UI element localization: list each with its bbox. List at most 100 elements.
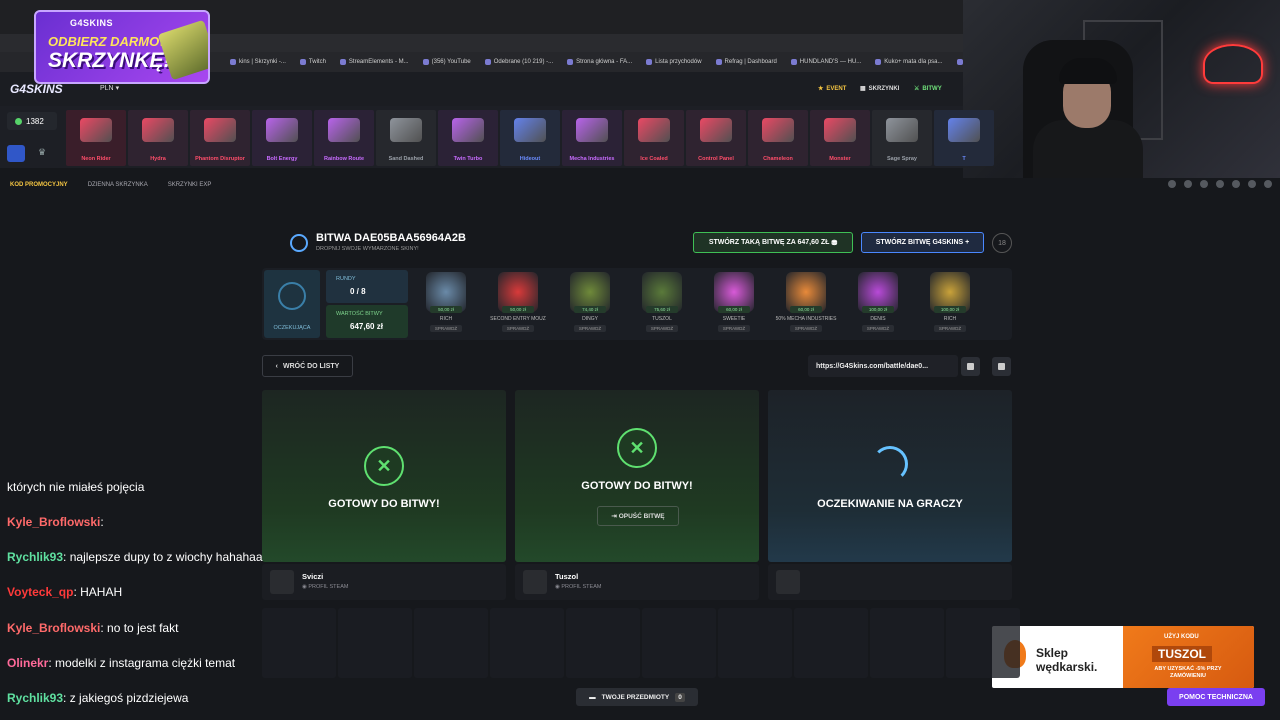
- case-price: 60,00 zł: [718, 306, 750, 313]
- case-name: RICH: [943, 316, 957, 322]
- battle-case[interactable]: 100,00 zł RICH SPRAWDŹ: [916, 270, 984, 336]
- player-2-steam-profile[interactable]: ◉ PROFIL STEAM: [555, 584, 601, 590]
- skin-name: Rainbow Route: [323, 156, 365, 162]
- create-same-battle-button[interactable]: STWÓRZ TAKĄ BITWĘ ZA 647,60 ZŁ ⛃: [693, 232, 853, 253]
- battle-case[interactable]: 75,60 zł TUSZOL SPRAWDŹ: [628, 270, 696, 336]
- rounds-value: 0 / 8: [350, 287, 366, 296]
- bookmark-item[interactable]: Kuko+ mata dla psa...: [875, 59, 942, 65]
- battle-case[interactable]: 60,00 zł 50% MECHA INDUSTRIES SPRAWDŹ: [772, 270, 840, 336]
- bookmark-item[interactable]: StreamElements - M...: [340, 59, 409, 65]
- drop-item[interactable]: Ice Coaled: [624, 110, 684, 166]
- sound-toggle-icon[interactable]: [992, 357, 1011, 376]
- site-logo[interactable]: G4SKINS: [10, 82, 63, 96]
- player-slot-2: ✕ GOTOWY DO BITWY! ⇥ OPUŚĆ BITWĘ: [515, 390, 759, 562]
- player-2-name[interactable]: Tuszol: [555, 572, 578, 581]
- back-to-list-button[interactable]: ‹ WRÓĆ DO LISTY: [262, 355, 353, 377]
- case-check-button[interactable]: SPRAWDŹ: [574, 325, 606, 332]
- battle-case[interactable]: 100,00 zł DENIS SPRAWDŹ: [844, 270, 912, 336]
- sponsor-ad[interactable]: Sklep wędkarski. UŻYJ KODU TUSZOL ABY UZ…: [992, 626, 1254, 688]
- instagram-icon[interactable]: [1184, 180, 1192, 188]
- battle-case[interactable]: 74,40 zł DINGY SPRAWDŹ: [556, 270, 624, 336]
- player-1-steam-profile[interactable]: ◉ PROFIL STEAM: [302, 584, 348, 590]
- daily-case-link[interactable]: DZIENNA SKRZYNKA: [88, 182, 148, 188]
- nav-cases[interactable]: ▦ SKRZYNKI: [860, 85, 899, 93]
- bookmark-item[interactable]: HUNDLAND'S — HU...: [791, 59, 862, 65]
- drop-item[interactable]: Mecha Industries: [562, 110, 622, 166]
- leave-battle-button[interactable]: ⇥ OPUŚĆ BITWĘ: [597, 506, 679, 526]
- battle-status-label: OCZEKUJĄCA: [273, 325, 311, 331]
- case-check-button[interactable]: SPRAWDŹ: [430, 325, 462, 332]
- create-g4-battle-button[interactable]: STWÓRZ BITWĘ G4SKINS +: [861, 232, 984, 253]
- battle-case[interactable]: 60,00 zł SWEETIE SPRAWDŹ: [700, 270, 768, 336]
- slot-1-state: GOTOWY DO BITWY!: [328, 498, 440, 510]
- grid-view-button[interactable]: [7, 145, 25, 162]
- case-check-button[interactable]: SPRAWDŹ: [502, 325, 534, 332]
- back-label: WRÓĆ DO LISTY: [282, 362, 340, 370]
- case-price: 75,60 zł: [646, 306, 678, 313]
- drop-item[interactable]: T: [934, 110, 994, 166]
- drop-item[interactable]: Monster: [810, 110, 870, 166]
- nav-battles[interactable]: ⚔ BITWY: [914, 85, 942, 93]
- bookmark-item[interactable]: (356) YouTube: [423, 59, 471, 65]
- drop-item[interactable]: Rainbow Route: [314, 110, 374, 166]
- bookmark-item[interactable]: Odebrane (10 219) -...: [485, 59, 553, 65]
- chat-message: Rychlik93: z jakiegoś pizdziejewa: [7, 691, 188, 705]
- copy-link-icon[interactable]: [961, 357, 980, 376]
- case-price: 60,00 zł: [790, 306, 822, 313]
- skin-image: [762, 118, 794, 142]
- player-slot-1: ✕ GOTOWY DO BITWY!: [262, 390, 506, 562]
- promo-code-link[interactable]: KOD PROMOCYJNY: [10, 182, 68, 188]
- bookmark-item[interactable]: Refrag | Dashboard: [716, 59, 777, 65]
- battle-case[interactable]: 50,00 zł RICH SPRAWDŹ: [412, 270, 480, 336]
- case-price: 100,00 zł: [934, 306, 966, 313]
- social-links: [1168, 180, 1272, 188]
- user-coins[interactable]: 1382: [7, 112, 57, 130]
- your-items-button[interactable]: ▬ TWOJE PRZEDMIOTY 0: [576, 688, 698, 706]
- drop-item[interactable]: Twin Turbo: [438, 110, 498, 166]
- avatar: [270, 570, 294, 594]
- skin-name: Bolt Energy: [266, 156, 298, 162]
- case-name: DENIS: [870, 316, 886, 322]
- chat-text: : modelki z instagrama ciężki temat: [48, 656, 236, 670]
- drop-item[interactable]: Sage Spray: [872, 110, 932, 166]
- battle-case[interactable]: 50,00 zł SECOND ENTRY MOUZ SPRAWDŹ: [484, 270, 552, 336]
- drop-item[interactable]: Hideout: [500, 110, 560, 166]
- tiktok-icon[interactable]: [1216, 180, 1224, 188]
- skin-name: Hydra: [150, 156, 166, 162]
- bookmark-item[interactable]: kins | Skrzynki -...: [230, 59, 286, 65]
- drop-item[interactable]: Chameleon: [748, 110, 808, 166]
- youtube-icon[interactable]: [1232, 180, 1240, 188]
- ad-line-2: wędkarski.: [1036, 660, 1098, 674]
- discord-icon[interactable]: [1248, 180, 1256, 188]
- case-check-button[interactable]: SPRAWDŹ: [934, 325, 966, 332]
- player-1-name[interactable]: Sviczі: [302, 572, 323, 581]
- crown-icon[interactable]: ♛: [38, 147, 50, 159]
- nav-battles-label: BITWY: [922, 85, 942, 92]
- skin-name: Phantom Disruptor: [195, 156, 245, 162]
- case-check-button[interactable]: SPRAWDŹ: [718, 325, 750, 332]
- case-check-button[interactable]: SPRAWDŹ: [862, 325, 894, 332]
- case-check-button[interactable]: SPRAWDŹ: [646, 325, 678, 332]
- battle-link-field[interactable]: https://G4Skins.com/battle/dae0...: [808, 355, 958, 377]
- bookmark-item[interactable]: Lista przychodów: [646, 59, 701, 65]
- drop-item[interactable]: Bolt Energy: [252, 110, 312, 166]
- free-case-promo-banner[interactable]: G4SKINS ODBIERZ DARMOWĄ SKRZYNKĘ!: [34, 10, 210, 84]
- chat-username: Kyle_Broflowski: [7, 621, 101, 635]
- slot-2-state: GOTOWY DO BITWY!: [581, 480, 693, 492]
- currency-select[interactable]: PLN ▾: [100, 84, 119, 92]
- drop-item[interactable]: Hydra: [128, 110, 188, 166]
- tech-support-button[interactable]: POMOC TECHNICZNA: [1167, 688, 1265, 706]
- bookmark-item[interactable]: Twitch: [300, 59, 326, 65]
- case-check-button[interactable]: SPRAWDŹ: [790, 325, 822, 332]
- exp-cases-link[interactable]: SKRZYNKI EXP: [168, 182, 212, 188]
- nav-event[interactable]: ★ EVENT: [818, 85, 846, 93]
- facebook-icon[interactable]: [1168, 180, 1176, 188]
- x-icon[interactable]: [1200, 180, 1208, 188]
- drop-item[interactable]: Phantom Disruptor: [190, 110, 250, 166]
- drop-item[interactable]: Sand Dashed: [376, 110, 436, 166]
- telegram-icon[interactable]: [1264, 180, 1272, 188]
- drop-item[interactable]: Control Panel: [686, 110, 746, 166]
- bookmark-item[interactable]: Strona główna - FA...: [567, 59, 632, 65]
- battle-icon: [290, 234, 308, 252]
- drop-item[interactable]: Neon Rider: [66, 110, 126, 166]
